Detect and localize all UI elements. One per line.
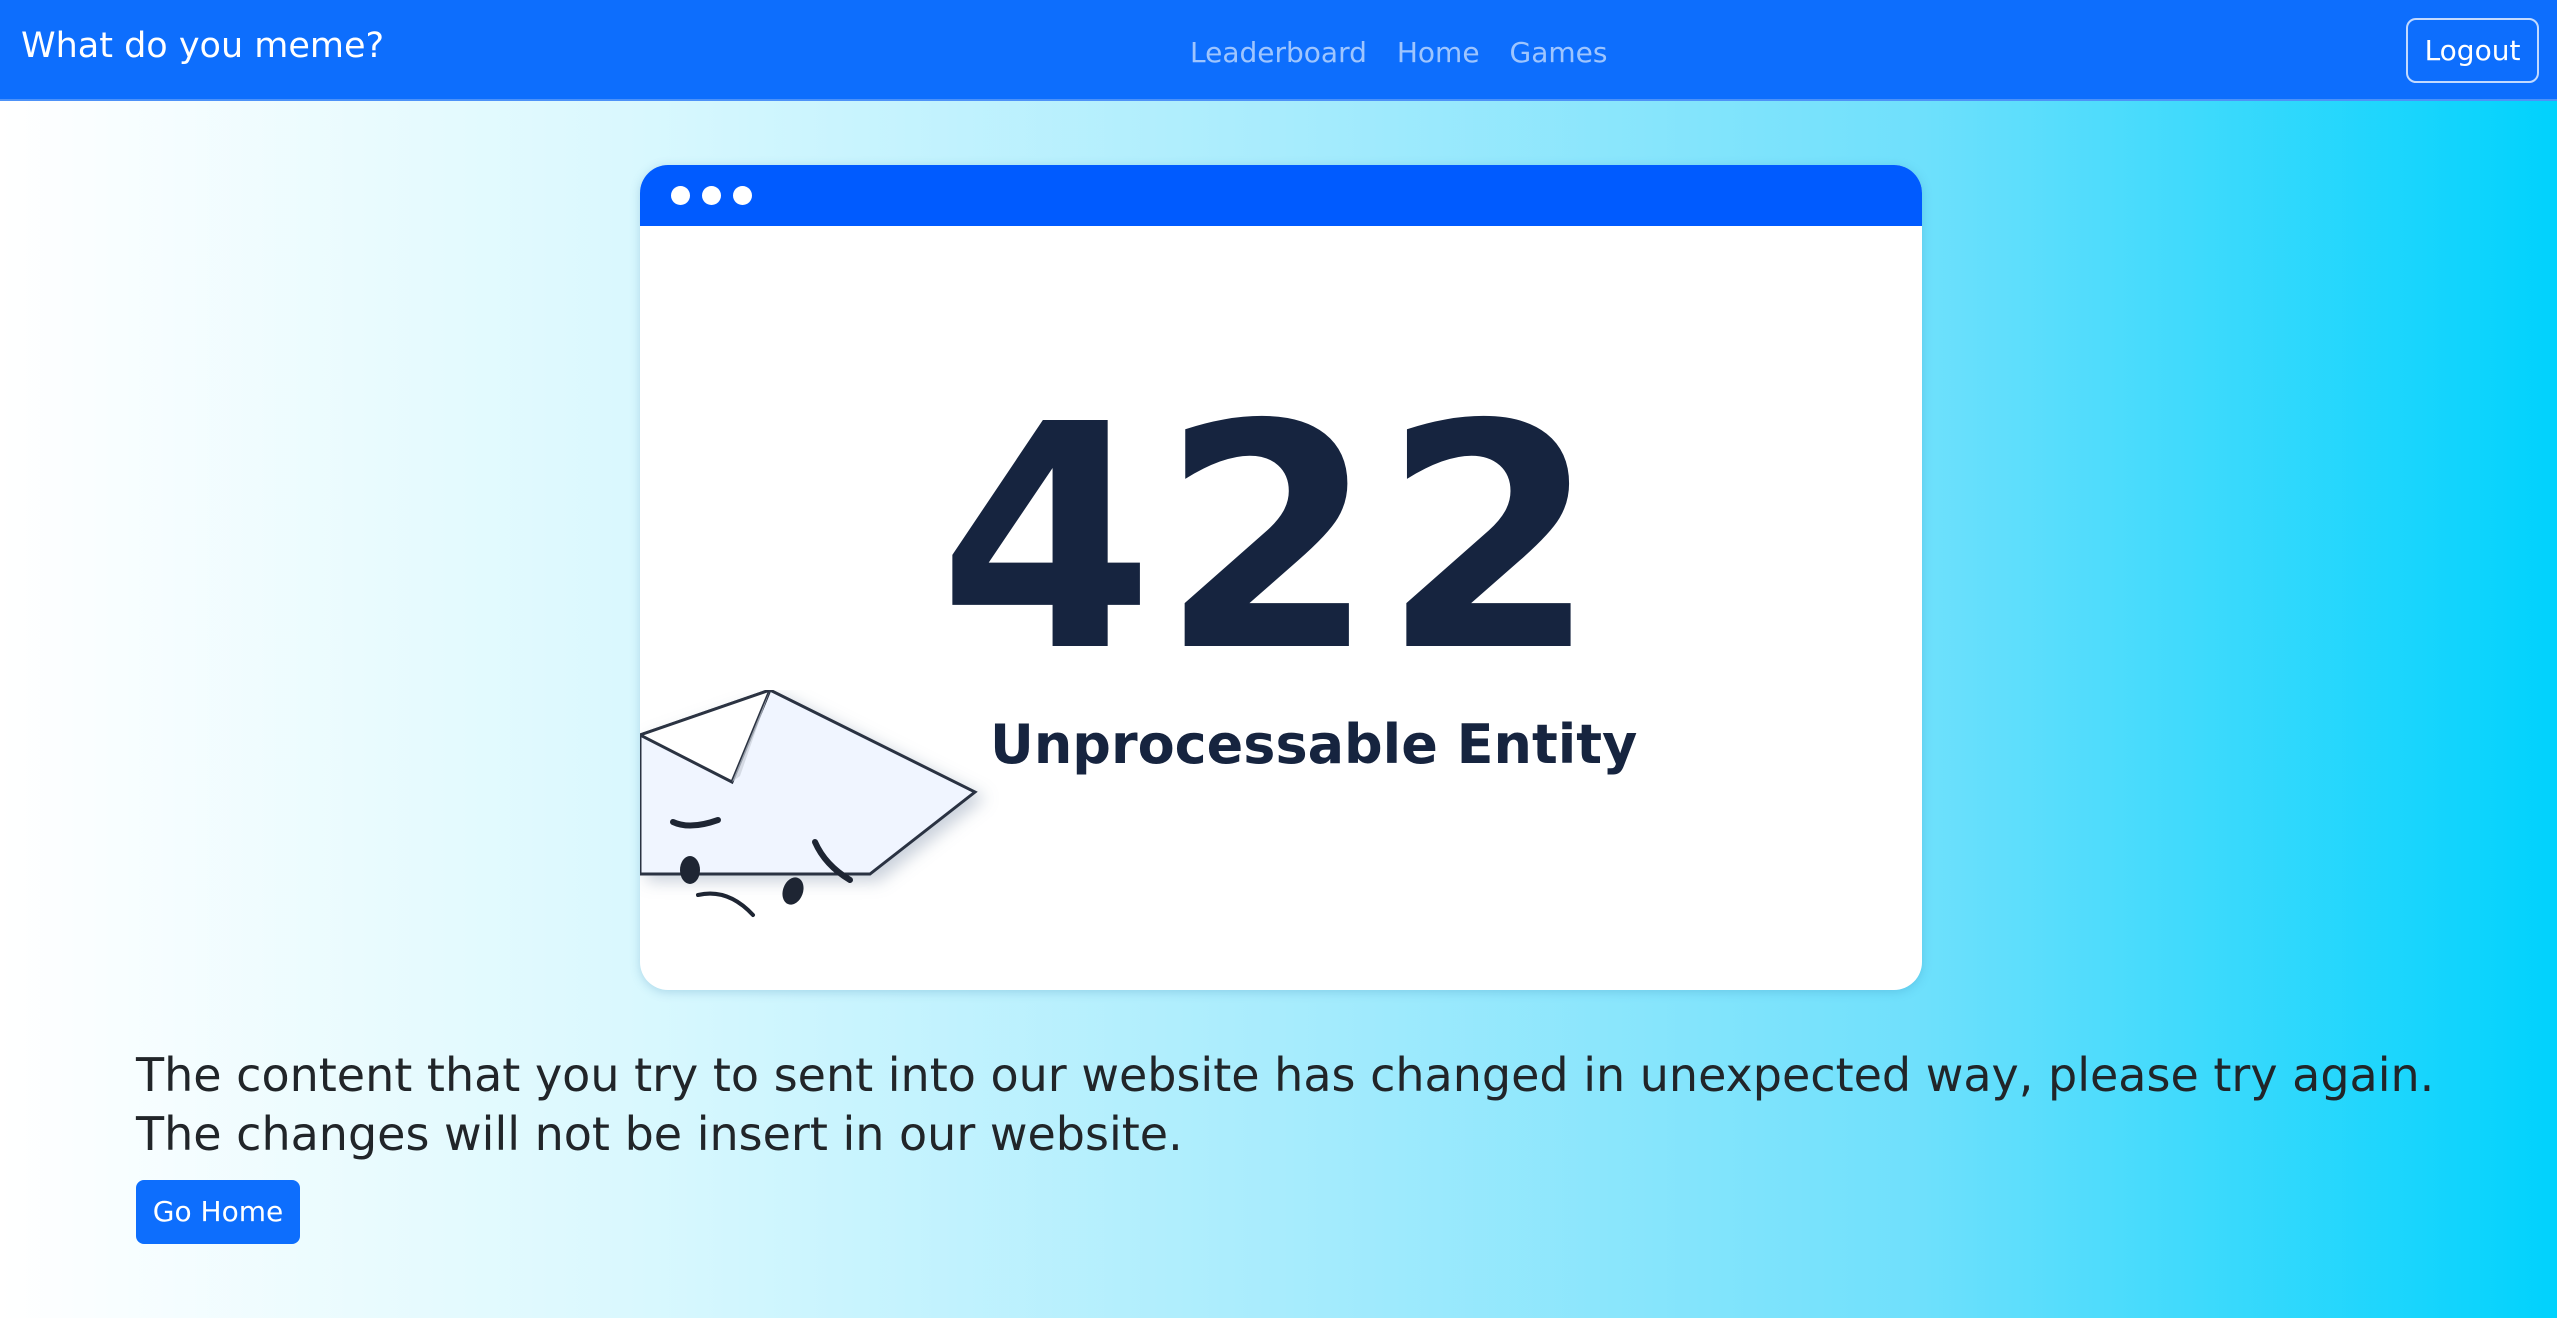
error-illustration: 422 Unprocessable Entity	[640, 165, 1922, 990]
logout-button[interactable]: Logout	[2406, 18, 2539, 83]
nav-link-leaderboard[interactable]: Leaderboard	[1190, 30, 1367, 76]
navbar: What do you meme? Leaderboard Home Games…	[0, 0, 2557, 101]
browser-window-bar	[640, 165, 1922, 226]
window-dot-icon	[671, 186, 690, 205]
sad-paper-icon	[640, 690, 978, 917]
window-dot-icon	[733, 186, 752, 205]
go-home-button[interactable]: Go Home	[136, 1180, 300, 1244]
nav-link-home[interactable]: Home	[1397, 30, 1480, 76]
window-dot-icon	[702, 186, 721, 205]
error-title: Unprocessable Entity	[990, 713, 1638, 776]
error-message: The content that you try to sent into ou…	[136, 1048, 2435, 1161]
nav-links: Leaderboard Home Games	[1190, 30, 1608, 76]
error-code: 422	[938, 359, 1604, 720]
nav-link-games[interactable]: Games	[1510, 30, 1608, 76]
brand-link[interactable]: What do you meme?	[21, 22, 384, 70]
